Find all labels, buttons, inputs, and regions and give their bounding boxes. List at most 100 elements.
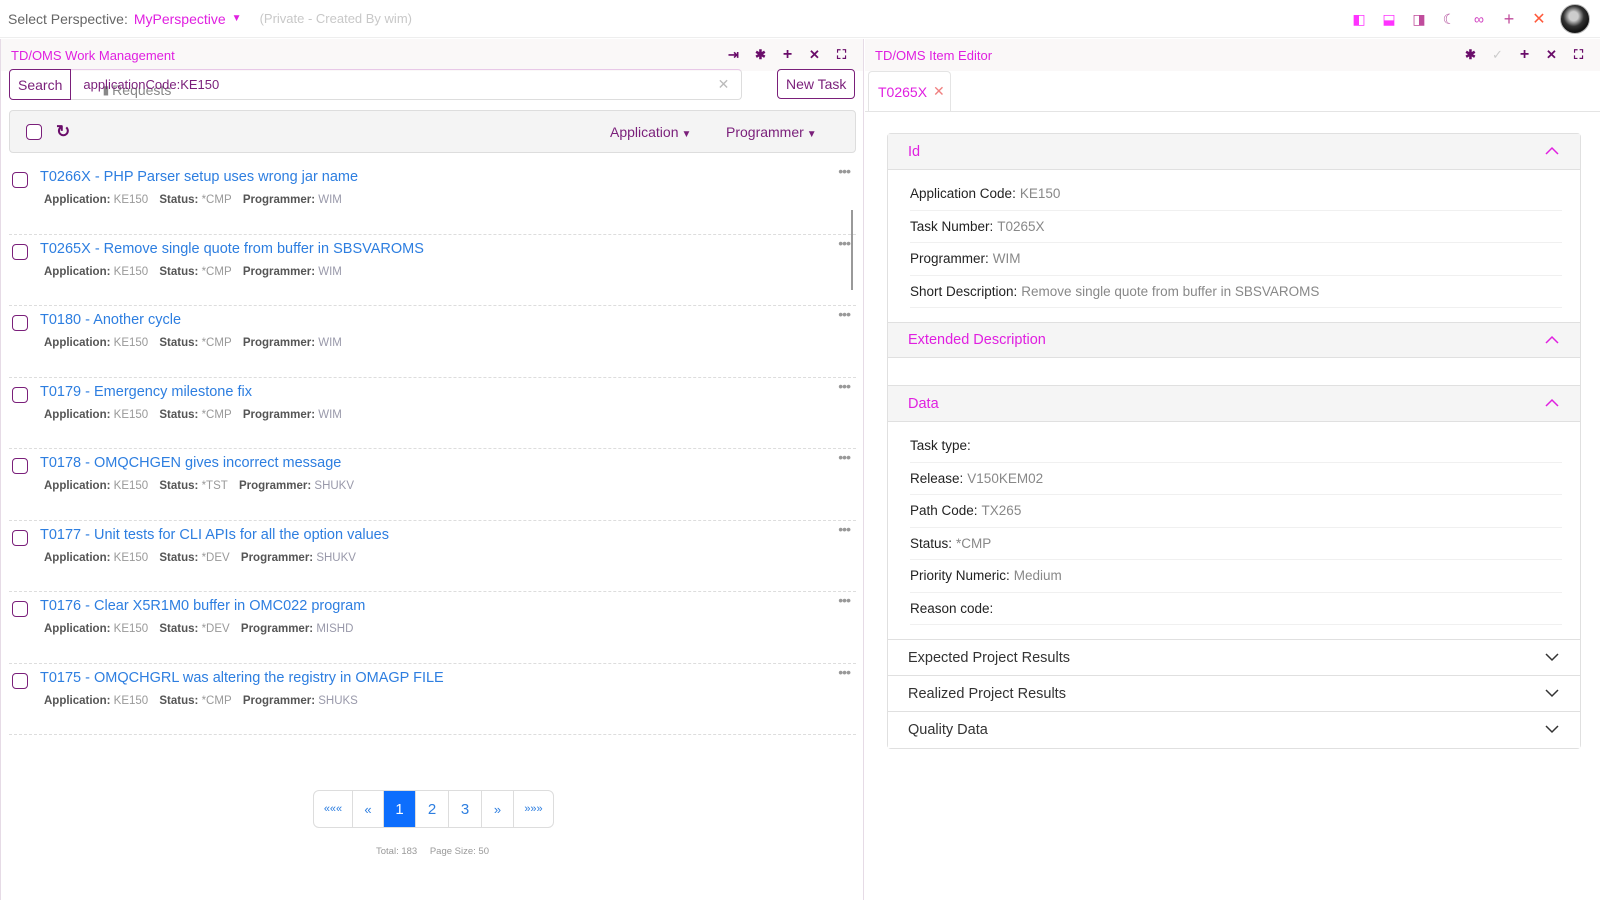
field-value[interactable]: V150KEM02 bbox=[967, 471, 1043, 486]
field-value[interactable]: TX265 bbox=[982, 503, 1022, 518]
layout-left-icon[interactable]: ◧ bbox=[1344, 11, 1374, 28]
more-options-icon[interactable]: ••• bbox=[838, 235, 851, 251]
item-title-link[interactable]: T0266X - PHP Parser setup uses wrong jar… bbox=[40, 169, 358, 185]
section-quality-header[interactable]: Quality Data bbox=[888, 712, 1580, 748]
application-filter[interactable]: Application ▼ bbox=[610, 124, 691, 140]
item-title-link[interactable]: T0178 - OMQCHGEN gives incorrect message bbox=[40, 455, 341, 471]
list-item[interactable]: T0176 - Clear X5R1M0 buffer in OMC022 pr… bbox=[9, 592, 856, 664]
check-icon[interactable]: ✓ bbox=[1484, 47, 1511, 63]
item-checkbox[interactable] bbox=[12, 672, 28, 689]
status-label: Status: bbox=[159, 265, 199, 278]
programmer-value: WIM bbox=[318, 265, 342, 278]
caret-down-icon: ▼ bbox=[806, 129, 817, 140]
search-button[interactable]: Search bbox=[9, 69, 72, 100]
section-extended-header[interactable]: Extended Description bbox=[888, 322, 1580, 358]
item-title-link[interactable]: T0179 - Emergency milestone fix bbox=[40, 384, 252, 400]
list-item[interactable]: T0265X - Remove single quote from buffer… bbox=[9, 235, 856, 306]
list-item[interactable]: T0177 - Unit tests for CLI APIs for all … bbox=[9, 521, 856, 592]
item-checkbox[interactable] bbox=[12, 601, 28, 617]
link-icon[interactable]: ∞ bbox=[1464, 11, 1494, 27]
select-all-checkbox[interactable] bbox=[26, 123, 42, 140]
item-title-link[interactable]: T0177 - Unit tests for CLI APIs for all … bbox=[40, 527, 389, 543]
item-checkbox[interactable] bbox=[12, 243, 28, 260]
layout-bottom-icon[interactable]: ⬓ bbox=[1374, 11, 1404, 28]
item-title-link[interactable]: T0176 - Clear X5R1M0 buffer in OMC022 pr… bbox=[40, 598, 365, 614]
panel-header: TD/OMS Work Management ⇥ ✱ + ✕ ⛶ bbox=[1, 39, 863, 71]
field-value[interactable]: WIM bbox=[993, 251, 1021, 266]
search-input[interactable]: applicationCode:KE150 ✕ bbox=[71, 69, 743, 100]
plus-icon[interactable]: + bbox=[774, 46, 801, 64]
application-value: KE150 bbox=[113, 337, 149, 349]
clear-icon[interactable]: ✕ bbox=[718, 76, 730, 93]
layout-right-icon[interactable]: ◨ bbox=[1404, 11, 1434, 28]
section-id-header[interactable]: Id bbox=[888, 134, 1580, 170]
programmer-label: Programmer: bbox=[242, 408, 316, 421]
section-expected-header[interactable]: Expected Project Results bbox=[888, 640, 1580, 676]
list-item[interactable]: T0180 - Another cycle Application: KE150… bbox=[9, 306, 856, 378]
next-page-button[interactable]: » bbox=[482, 791, 514, 827]
close-icon[interactable]: ✕ bbox=[801, 47, 828, 63]
more-options-icon[interactable]: ••• bbox=[838, 306, 851, 322]
panel-title: TD/OMS Work Management bbox=[11, 47, 175, 63]
field-value[interactable]: *CMP bbox=[956, 536, 991, 551]
gear-icon[interactable]: ✱ bbox=[747, 47, 774, 63]
more-options-icon[interactable]: ••• bbox=[838, 592, 851, 608]
item-title-link[interactable]: T0175 - OMQCHGRL was altering the regist… bbox=[40, 670, 444, 686]
item-checkbox[interactable] bbox=[12, 315, 28, 331]
item-title-link[interactable]: T0265X - Remove single quote from buffer… bbox=[40, 241, 424, 257]
list-item[interactable]: T0175 - OMQCHGRL was altering the regist… bbox=[9, 664, 856, 735]
section-data-header[interactable]: Data bbox=[888, 386, 1580, 422]
item-checkbox[interactable] bbox=[12, 458, 28, 474]
close-icon[interactable]: ✕ bbox=[1538, 47, 1565, 63]
programmer-filter[interactable]: Programmer ▼ bbox=[726, 124, 817, 140]
section-title: Quality Data bbox=[908, 722, 988, 738]
field-value[interactable]: KE150 bbox=[1020, 186, 1061, 201]
page-1-button[interactable]: 1 bbox=[384, 791, 416, 827]
close-icon[interactable]: ✕ bbox=[1524, 9, 1554, 29]
page-2-button[interactable]: 2 bbox=[416, 791, 449, 827]
item-checkbox[interactable] bbox=[12, 529, 28, 546]
item-title-link[interactable]: T0180 - Another cycle bbox=[40, 312, 181, 328]
panel-header: TD/OMS Item Editor ✱ ✓ + ✕ ⛶ bbox=[865, 39, 1600, 71]
more-options-icon[interactable]: ••• bbox=[838, 664, 851, 680]
field-label: Release: bbox=[910, 470, 964, 486]
item-checkbox[interactable] bbox=[12, 172, 28, 188]
close-tab-icon[interactable]: ✕ bbox=[933, 83, 945, 100]
expand-icon[interactable]: ⛶ bbox=[828, 47, 855, 63]
application-value: KE150 bbox=[113, 265, 149, 278]
scrollbar[interactable] bbox=[851, 210, 853, 290]
list-item[interactable]: T0266X - PHP Parser setup uses wrong jar… bbox=[9, 163, 856, 235]
list-item[interactable]: T0178 - OMQCHGEN gives incorrect message… bbox=[9, 449, 856, 521]
more-options-icon[interactable]: ••• bbox=[838, 449, 851, 465]
avatar[interactable] bbox=[1560, 4, 1590, 34]
prev-page-button[interactable]: « bbox=[353, 791, 384, 827]
list-toolbar: ↻ Application ▼ Programmer ▼ bbox=[9, 110, 856, 153]
gear-icon[interactable]: ✱ bbox=[1457, 47, 1484, 63]
perspective-dropdown[interactable]: MyPerspective bbox=[134, 11, 226, 27]
last-page-button[interactable]: »»» bbox=[514, 791, 553, 827]
more-options-icon[interactable]: ••• bbox=[838, 378, 851, 394]
status-value: *CMP bbox=[201, 337, 232, 349]
more-options-icon[interactable]: ••• bbox=[838, 521, 851, 537]
caret-down-icon: ▼ bbox=[681, 129, 692, 140]
new-task-button[interactable]: New Task bbox=[777, 69, 856, 99]
field-value[interactable]: T0265X bbox=[997, 219, 1044, 234]
expand-icon[interactable]: ⛶ bbox=[1565, 47, 1592, 63]
plus-icon[interactable]: + bbox=[1494, 9, 1524, 30]
refresh-icon[interactable]: ↻ bbox=[56, 122, 70, 142]
page-3-button[interactable]: 3 bbox=[449, 791, 482, 827]
section-realized-header[interactable]: Realized Project Results bbox=[888, 676, 1580, 712]
item-checkbox[interactable] bbox=[12, 386, 28, 403]
more-options-icon[interactable]: ••• bbox=[838, 163, 851, 179]
moon-icon[interactable]: ☾ bbox=[1434, 11, 1464, 28]
caret-down-icon[interactable]: ▼ bbox=[232, 13, 242, 24]
exit-icon[interactable]: ⇥ bbox=[720, 47, 747, 63]
first-page-button[interactable]: ««« bbox=[314, 791, 353, 827]
field-value[interactable]: Medium bbox=[1014, 568, 1062, 583]
plus-icon[interactable]: + bbox=[1511, 46, 1538, 64]
field-value[interactable]: Remove single quote from buffer in SBSVA… bbox=[1021, 284, 1319, 299]
item-meta: Application: KE150 Status: *CMP Programm… bbox=[44, 695, 358, 707]
programmer-value: MISHD bbox=[316, 623, 354, 635]
editor-tab[interactable]: T0265X ✕ bbox=[868, 71, 951, 111]
list-item[interactable]: T0179 - Emergency milestone fix Applicat… bbox=[9, 378, 856, 449]
